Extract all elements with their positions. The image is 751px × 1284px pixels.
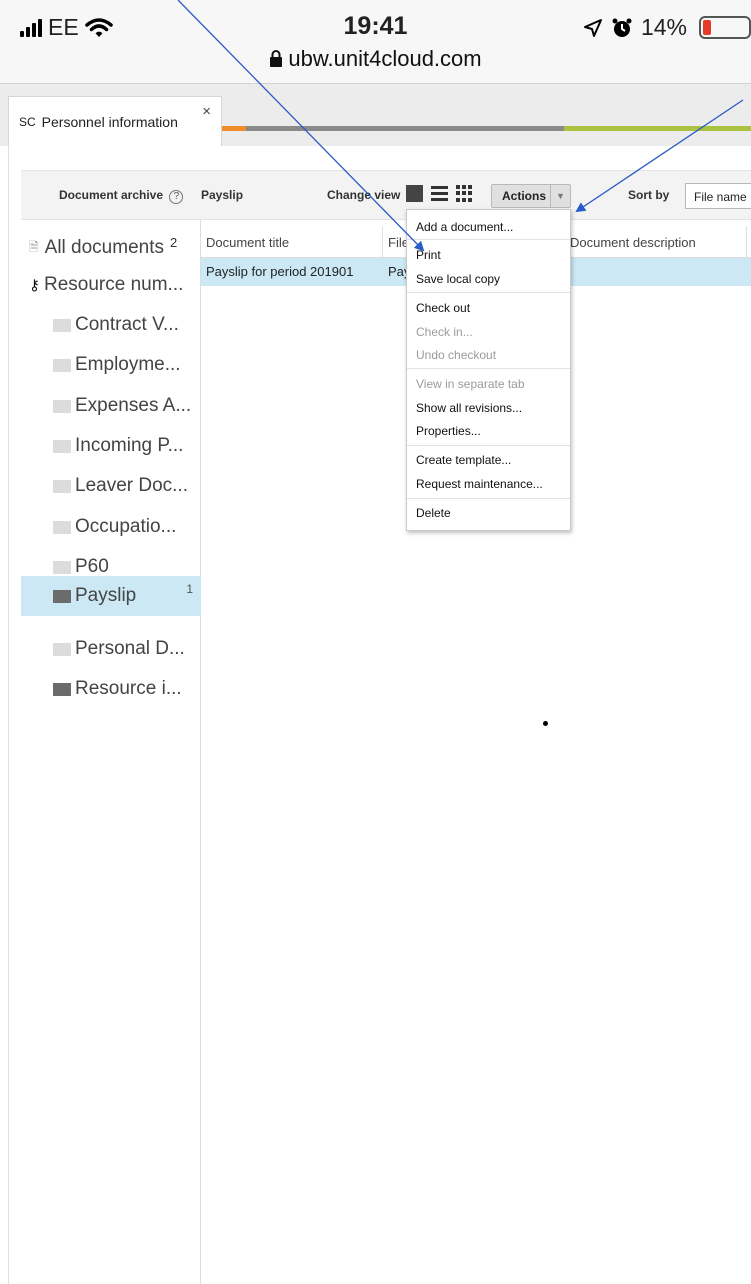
folder-icon bbox=[53, 589, 71, 603]
folder-icon bbox=[53, 358, 71, 372]
menu-item-delete[interactable]: Delete bbox=[416, 506, 451, 520]
tab-strip: SC Personnel information × bbox=[0, 84, 751, 146]
tile-view-icon[interactable] bbox=[406, 185, 423, 202]
tree-item-label: P60 bbox=[75, 556, 109, 577]
tree-item-label: Resource num... bbox=[44, 274, 184, 295]
tree-item-label: Leaver Doc... bbox=[75, 475, 188, 496]
lock-icon bbox=[270, 50, 283, 67]
tree-item-resource-number[interactable]: ⚷ Resource num... bbox=[21, 265, 201, 305]
tab-personnel-information[interactable]: SC Personnel information × bbox=[8, 96, 222, 146]
tree-item-personal[interactable]: Personal D... bbox=[21, 629, 201, 669]
folder-tree: 🗎 All documents 2 ⚷ Resource num... Cont… bbox=[21, 220, 201, 1284]
tree-item-employment[interactable]: Employme... bbox=[21, 345, 201, 385]
tree-item-count: 2 bbox=[170, 234, 178, 250]
cell-file: Pay bbox=[388, 264, 408, 279]
progress-segment-orange bbox=[222, 126, 246, 131]
menu-item-view-separate-tab: View in separate tab bbox=[416, 377, 525, 391]
sort-by-select[interactable]: File name bbox=[685, 183, 751, 209]
folder-icon bbox=[53, 399, 71, 413]
menu-divider bbox=[407, 368, 570, 369]
document-archive-label: Document archive ? bbox=[59, 188, 184, 204]
battery-icon bbox=[699, 16, 751, 39]
column-header-title[interactable]: Document title bbox=[206, 235, 289, 250]
folder-icon bbox=[53, 560, 71, 574]
breadcrumb: Payslip bbox=[201, 188, 244, 202]
folder-icon bbox=[53, 682, 71, 696]
tree-item-all-documents[interactable]: 🗎 All documents 2 bbox=[21, 228, 201, 268]
tree-item-label: Expenses A... bbox=[75, 395, 192, 416]
view-switcher bbox=[406, 185, 473, 202]
tree-item-label: Incoming P... bbox=[75, 435, 184, 456]
menu-item-print[interactable]: Print bbox=[416, 248, 441, 262]
menu-divider bbox=[407, 445, 570, 446]
change-view-label: Change view bbox=[327, 188, 401, 202]
tree-item-label: Resource i... bbox=[75, 678, 182, 699]
tree-item-label: Employme... bbox=[75, 354, 181, 375]
menu-item-request-maintenance[interactable]: Request maintenance... bbox=[416, 477, 543, 491]
close-icon[interactable]: × bbox=[202, 103, 211, 120]
menu-item-check-in: Check in... bbox=[416, 325, 473, 339]
menu-item-add-document[interactable]: Add a document... bbox=[416, 220, 513, 234]
column-divider bbox=[746, 226, 747, 258]
status-right: 14% bbox=[583, 14, 751, 41]
archive-label-text: Document archive bbox=[59, 188, 164, 202]
folder-icon bbox=[53, 439, 71, 453]
tree-item-label: Personal D... bbox=[75, 638, 185, 659]
menu-divider bbox=[407, 292, 570, 293]
help-icon[interactable]: ? bbox=[169, 190, 184, 204]
column-header-description[interactable]: Document description bbox=[570, 235, 696, 250]
cell-title: Payslip for period 201901 bbox=[206, 264, 354, 279]
list-view-icon[interactable] bbox=[431, 186, 448, 201]
chevron-down-icon[interactable]: ▼ bbox=[550, 185, 570, 207]
tree-item-leaver[interactable]: Leaver Doc... bbox=[21, 466, 201, 506]
tab-title: Personnel information bbox=[41, 113, 178, 130]
progress-segment-green bbox=[564, 126, 751, 131]
tree-item-resource-info[interactable]: Resource i... bbox=[21, 669, 201, 709]
actions-button[interactable]: Actions ▼ bbox=[491, 184, 571, 208]
alarm-clock-icon bbox=[612, 18, 632, 37]
tree-item-occupational[interactable]: Occupatio... bbox=[21, 507, 201, 547]
tree-item-label: Payslip bbox=[75, 585, 137, 606]
location-arrow-icon bbox=[583, 18, 602, 37]
tree-item-label: Occupatio... bbox=[75, 516, 177, 537]
key-icon: ⚷ bbox=[29, 277, 40, 294]
menu-item-show-all-revisions[interactable]: Show all revisions... bbox=[416, 401, 522, 415]
stray-dot bbox=[543, 721, 548, 726]
tab-code: SC bbox=[19, 114, 36, 129]
tree-item-label: All documents bbox=[44, 237, 164, 258]
menu-item-save-local-copy[interactable]: Save local copy bbox=[416, 272, 500, 286]
document-archive-panel: Document archive ? Payslip Change view A… bbox=[8, 146, 751, 1284]
tree-item-expenses[interactable]: Expenses A... bbox=[21, 386, 201, 426]
battery-level bbox=[703, 20, 711, 35]
grid-view-icon[interactable] bbox=[456, 185, 473, 202]
menu-item-undo-checkout: Undo checkout bbox=[416, 348, 497, 362]
tree-item-label: Contract V... bbox=[75, 314, 179, 335]
status-bar: EE 19:41 14% ubw.unit4cloud.com bbox=[0, 0, 751, 84]
tree-item-incoming[interactable]: Incoming P... bbox=[21, 426, 201, 466]
url-text: ubw.unit4cloud.com bbox=[288, 46, 482, 71]
progress-segment-gray bbox=[246, 126, 564, 131]
folder-icon bbox=[53, 479, 71, 493]
actions-menu: Add a document... Print Save local copy … bbox=[406, 209, 571, 531]
menu-item-create-template[interactable]: Create template... bbox=[416, 453, 511, 467]
folder-icon bbox=[53, 642, 71, 656]
battery-percent: 14% bbox=[640, 14, 687, 40]
folder-icon bbox=[53, 520, 71, 534]
tree-item-count: 1 bbox=[186, 582, 193, 596]
column-divider bbox=[382, 226, 383, 258]
menu-divider bbox=[407, 498, 570, 499]
tree-item-payslip[interactable]: Payslip 1 bbox=[21, 576, 201, 616]
tree-item-contract[interactable]: Contract V... bbox=[21, 305, 201, 345]
document-icon: 🗎 bbox=[29, 239, 39, 254]
actions-label: Actions bbox=[502, 189, 547, 203]
address-bar[interactable]: ubw.unit4cloud.com bbox=[0, 46, 751, 72]
folder-icon bbox=[53, 318, 71, 332]
sort-by-label: Sort by bbox=[628, 188, 670, 202]
toolbar: Document archive ? Payslip Change view A… bbox=[21, 170, 751, 220]
menu-item-check-out[interactable]: Check out bbox=[416, 301, 470, 315]
menu-item-properties[interactable]: Properties... bbox=[416, 424, 481, 438]
menu-divider bbox=[407, 239, 570, 240]
